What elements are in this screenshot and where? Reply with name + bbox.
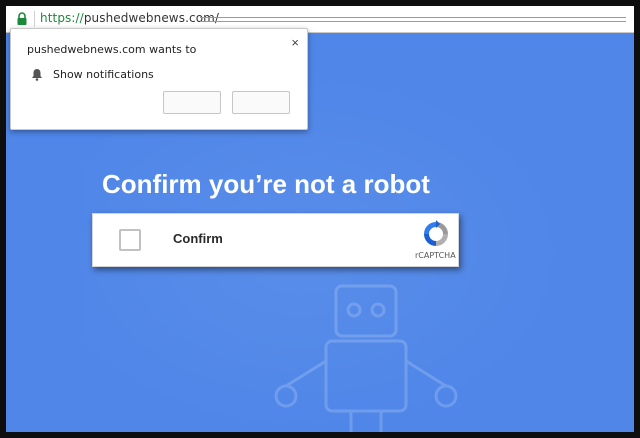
permission-label: Show notifications (53, 68, 154, 81)
prompt-title: pushedwebnews.com wants to (27, 43, 197, 56)
notification-permission-prompt: × pushedwebnews.com wants to Show notifi… (10, 28, 308, 130)
url-host: pushedwebnews.com/ (83, 11, 220, 25)
address-bar-fill (200, 17, 626, 22)
url-scheme: https:// (40, 11, 84, 25)
close-icon[interactable]: × (291, 35, 299, 50)
captcha-label: Confirm (173, 231, 223, 246)
bell-icon (32, 69, 42, 81)
robot-illustration (274, 284, 458, 432)
captcha-checkbox[interactable] (119, 229, 141, 251)
page-headline: Confirm you’re not a robot (102, 169, 430, 199)
recaptcha-logo-icon (424, 220, 448, 246)
block-button[interactable] (163, 91, 221, 114)
lock-icon (17, 12, 27, 25)
recaptcha-brand: rCAPTCHA (415, 251, 456, 260)
captcha-widget[interactable]: Confirm rCAPTCHA (92, 213, 459, 267)
allow-button[interactable] (232, 91, 290, 114)
url-text[interactable]: https://pushedwebnews.com/ (40, 11, 219, 25)
address-separator (34, 11, 35, 27)
browser-window: https://pushedwebnews.com/ × pushedwebne… (6, 6, 634, 432)
